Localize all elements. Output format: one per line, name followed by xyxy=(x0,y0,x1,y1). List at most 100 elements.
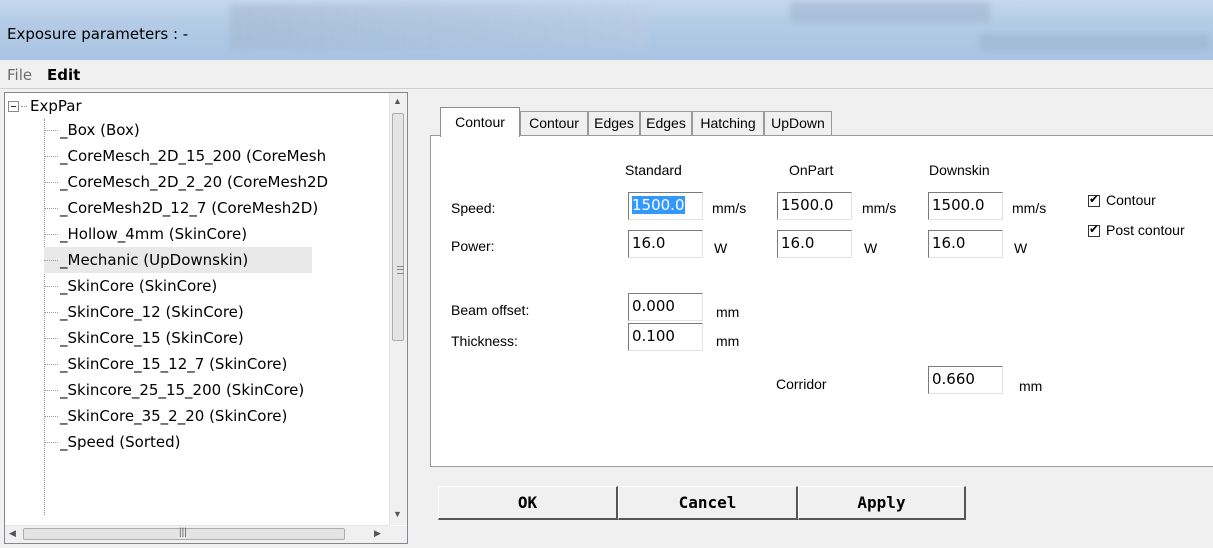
power-standard-input[interactable]: 16.0 xyxy=(628,230,703,258)
thickness-label: Thickness: xyxy=(451,333,518,349)
speed-standard-input[interactable]: 1500.0 xyxy=(628,192,703,220)
tree-item-label: _Skincore_25_15_200 (SkinCore) xyxy=(60,381,305,399)
speed-onpart-input[interactable]: 1500.0 xyxy=(777,192,852,220)
tab-edges[interactable]: Edges xyxy=(588,111,640,135)
scroll-right-icon[interactable]: ▶ xyxy=(374,528,381,539)
power-unit: W xyxy=(714,240,728,256)
power-onpart-input[interactable]: 16.0 xyxy=(777,230,852,258)
collapse-icon[interactable] xyxy=(8,101,19,112)
speed-label: Speed: xyxy=(451,200,496,216)
tree-connector xyxy=(44,156,58,157)
menu-edit[interactable]: Edit xyxy=(47,66,80,84)
tree-connector xyxy=(44,130,58,131)
tree-item-label: _Box (Box) xyxy=(60,121,140,139)
tree-item[interactable]: _Speed (Sorted) xyxy=(44,429,386,455)
tree-item-label: _SkinCore_35_2_20 (SkinCore) xyxy=(60,407,288,425)
contour-checkbox-label: Contour xyxy=(1106,192,1156,208)
tree-item[interactable]: _SkinCore_12 (SkinCore) xyxy=(44,299,386,325)
settings-pane: Contour Contour Edges Edges Hatching UpD… xyxy=(422,92,1213,544)
scroll-left-icon[interactable]: ◀ xyxy=(9,528,16,539)
tree-root[interactable]: ExpPar xyxy=(8,97,82,115)
tree-item-label: _SkinCore (SkinCore) xyxy=(60,277,218,295)
parameter-tree[interactable]: ExpPar _Box (Box) _CoreMesch_2D_15_200 (C… xyxy=(4,92,408,544)
tree-item-label: _CoreMesch_2D_2_20 (CoreMesh2D xyxy=(60,173,329,191)
menu-file[interactable]: File xyxy=(7,66,32,84)
speed-unit: mm/s xyxy=(862,200,897,216)
corridor-label: Corridor xyxy=(776,376,827,392)
thickness-input[interactable]: 0.100 xyxy=(628,323,703,351)
speed-unit: mm/s xyxy=(1012,200,1047,216)
tree-connector xyxy=(44,234,58,235)
window-title: Exposure parameters : - xyxy=(7,25,189,43)
beam-offset-unit: mm xyxy=(716,304,740,320)
horizontal-scrollbar[interactable]: ◀ ||| ▶ xyxy=(5,525,390,543)
column-header-standard: Standard xyxy=(625,162,682,178)
tree-item-label: _Hollow_4mm (SkinCore) xyxy=(60,225,248,243)
background-blur xyxy=(230,4,650,50)
cancel-button[interactable]: Cancel xyxy=(618,486,798,520)
tree-connector xyxy=(44,390,58,391)
column-header-downskin: Downskin xyxy=(929,162,990,178)
tab-edges-2[interactable]: Edges xyxy=(640,111,692,135)
background-blur xyxy=(790,2,990,22)
tree-item[interactable]: _CoreMesh2D_12_7 (CoreMesh2D) xyxy=(44,195,386,221)
tree-item[interactable]: _SkinCore_15 (SkinCore) xyxy=(44,325,386,351)
title-bar: Exposure parameters : - xyxy=(0,0,1213,60)
power-unit: W xyxy=(864,240,878,256)
tree-item[interactable]: _CoreMesch_2D_2_20 (CoreMesh2D xyxy=(44,169,386,195)
tree-connector xyxy=(44,208,58,209)
scroll-corner xyxy=(390,526,407,543)
tree-item-label: _SkinCore_15 (SkinCore) xyxy=(60,329,244,347)
vertical-scrollbar[interactable]: ▲ ▼ xyxy=(389,93,407,525)
tree-item[interactable]: _Mechanic (UpDownskin) xyxy=(44,247,312,273)
vertical-scroll-thumb[interactable] xyxy=(392,113,404,341)
speed-downskin-input[interactable]: 1500.0 xyxy=(928,192,1003,220)
thickness-unit: mm xyxy=(716,333,740,349)
power-label: Power: xyxy=(451,238,495,254)
post-contour-checkbox-label: Post contour xyxy=(1106,222,1185,238)
tree-connector xyxy=(44,260,58,261)
beam-offset-input[interactable]: 0.000 xyxy=(628,293,703,321)
tree-connector xyxy=(44,338,58,339)
grip-icon xyxy=(397,266,404,274)
tree-item-label: _CoreMesch_2D_15_200 (CoreMesh xyxy=(60,147,327,165)
tree-item[interactable]: _Skincore_25_15_200 (SkinCore) xyxy=(44,377,386,403)
tree-item[interactable]: _SkinCore_35_2_20 (SkinCore) xyxy=(44,403,386,429)
power-unit: W xyxy=(1014,240,1028,256)
tree-item[interactable]: _SkinCore (SkinCore) xyxy=(44,273,386,299)
tree-connector xyxy=(44,364,58,365)
corridor-unit: mm xyxy=(1019,378,1043,394)
apply-button[interactable]: Apply xyxy=(798,486,966,520)
menu-bar: File Edit xyxy=(0,60,1213,89)
corridor-input[interactable]: 0.660 xyxy=(928,366,1003,394)
tree-connector xyxy=(44,416,58,417)
speed-unit: mm/s xyxy=(712,200,747,216)
tree-item[interactable]: _Hollow_4mm (SkinCore) xyxy=(44,221,386,247)
scroll-down-icon[interactable]: ▼ xyxy=(393,509,402,519)
tree-item-label: _CoreMesh2D_12_7 (CoreMesh2D) xyxy=(60,199,319,217)
tree-item-label: _Speed (Sorted) xyxy=(60,433,181,451)
tab-hatching[interactable]: Hatching xyxy=(692,111,764,135)
tree-connector xyxy=(44,312,58,313)
contour-checkbox[interactable] xyxy=(1088,192,1100,207)
tree-item[interactable]: _CoreMesch_2D_15_200 (CoreMesh xyxy=(44,143,386,169)
column-header-onpart: OnPart xyxy=(789,162,834,178)
post-contour-checkbox[interactable] xyxy=(1088,222,1100,237)
power-downskin-input[interactable]: 16.0 xyxy=(928,230,1003,258)
tab-updown[interactable]: UpDown xyxy=(764,111,832,135)
tab-contour-2[interactable]: Contour xyxy=(520,111,588,135)
scroll-up-icon[interactable]: ▲ xyxy=(393,96,402,106)
tree-item-label: _SkinCore_15_12_7 (SkinCore) xyxy=(60,355,288,373)
beam-offset-label: Beam offset: xyxy=(451,302,530,318)
tree-item[interactable]: _Box (Box) xyxy=(44,117,386,143)
tab-panel: Standard OnPart Downskin Speed: 1500.0 m… xyxy=(430,135,1213,467)
tab-contour[interactable]: Contour xyxy=(440,107,520,137)
background-blur xyxy=(980,34,1210,50)
tree-connector xyxy=(44,182,58,183)
tree-item[interactable]: _SkinCore_15_12_7 (SkinCore) xyxy=(44,351,386,377)
tree-root-label: ExpPar xyxy=(30,97,82,115)
horizontal-scroll-thumb[interactable]: ||| xyxy=(23,527,345,540)
tree-item-label: _SkinCore_12 (SkinCore) xyxy=(60,303,244,321)
tree-item-label: _Mechanic (UpDownskin) xyxy=(60,251,249,269)
ok-button[interactable]: OK xyxy=(438,486,618,520)
